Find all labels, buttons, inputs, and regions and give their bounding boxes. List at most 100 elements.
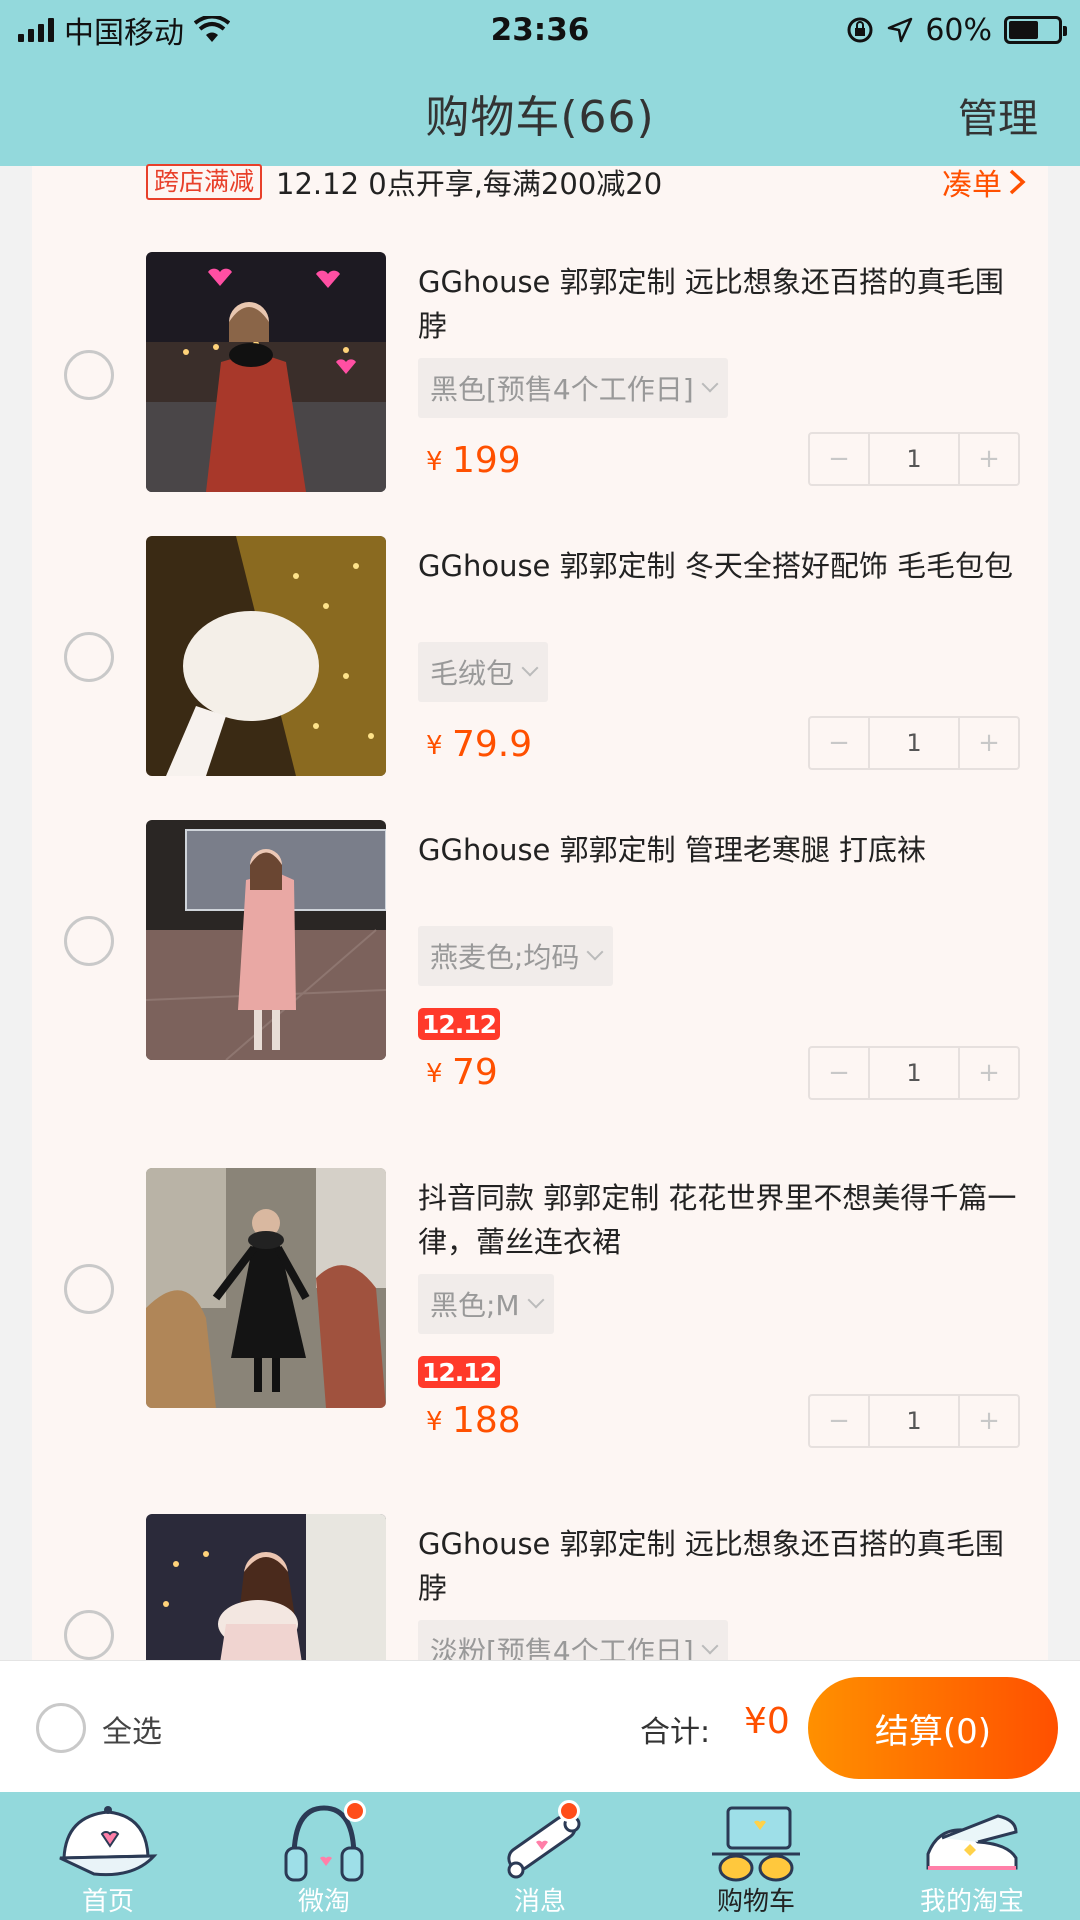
product-image[interactable] <box>146 1168 386 1408</box>
product-image[interactable] <box>146 252 386 492</box>
tab-label: 我的淘宝 <box>919 1887 1024 1917</box>
price-value: 188 <box>452 1400 521 1441</box>
chevron-down-icon <box>701 375 719 393</box>
tab-my-taobao[interactable]: 我的淘宝 <box>864 1792 1080 1920</box>
tab-weitao[interactable]: 微淘 <box>216 1792 432 1920</box>
quantity-value[interactable]: 1 <box>868 1048 960 1098</box>
product-photo-fur-bag <box>146 536 386 776</box>
sku-selector[interactable]: 淡粉[预售4个工作日] <box>418 1620 728 1660</box>
tab-home[interactable]: 首页 <box>0 1792 216 1920</box>
decrease-button[interactable]: − <box>810 1396 868 1446</box>
tab-cart[interactable]: 购物车 <box>648 1792 864 1920</box>
select-all-radio[interactable] <box>36 1703 86 1753</box>
promo-badge: 12.12 <box>418 1008 500 1040</box>
clock: 23:36 <box>490 12 590 48</box>
quantity-stepper: − 1 + <box>808 716 1020 770</box>
checkout-button[interactable]: 结算(0) <box>808 1677 1058 1779</box>
tab-label: 消息 <box>513 1887 566 1917</box>
chevron-right-icon <box>1009 169 1026 195</box>
cart-glasses-icon <box>712 1806 800 1882</box>
chevron-down-icon <box>701 1637 719 1655</box>
cart-item: GGhouse 郭郭定制 管理老寒腿 打底袜 燕麦色;均码 12.12 ¥79 … <box>32 820 1048 1140</box>
increase-button[interactable]: + <box>960 434 1018 484</box>
cart-item: GGhouse 郭郭定制 远比想象还百搭的真毛围脖 淡粉[预售4个工作日] <box>32 1514 1048 1660</box>
quantity-value[interactable]: 1 <box>868 718 960 768</box>
quantity-value[interactable]: 1 <box>868 1396 960 1446</box>
item-select-radio[interactable] <box>64 1264 114 1314</box>
quantity-stepper: − 1 + <box>808 1046 1020 1100</box>
price-value: 79.9 <box>452 724 533 765</box>
add-items-link[interactable]: 凑单 <box>942 160 1026 204</box>
decrease-button[interactable]: − <box>810 434 868 484</box>
cart-item: GGhouse 郭郭定制 远比想象还百搭的真毛围脖 黑色[预售4个工作日] ¥1… <box>32 252 1048 536</box>
manage-button[interactable]: 管理 <box>958 86 1038 144</box>
sku-selector[interactable]: 燕麦色;均码 <box>418 926 614 986</box>
product-title[interactable]: GGhouse 郭郭定制 远比想象还百搭的真毛围脖 <box>418 260 1018 348</box>
product-title[interactable]: GGhouse 郭郭定制 管理老寒腿 打底袜 <box>418 828 1018 872</box>
chevron-down-icon <box>586 943 604 961</box>
sku-selector[interactable]: 黑色[预售4个工作日] <box>418 358 728 418</box>
currency-symbol: ¥ <box>426 447 443 477</box>
product-photo-socks <box>146 820 386 1060</box>
promo-tag: 跨店满减 <box>146 164 263 200</box>
item-select-radio[interactable] <box>64 1610 114 1660</box>
quantity-stepper: − 1 + <box>808 1394 1020 1448</box>
price-value: 199 <box>452 440 521 481</box>
battery-icon <box>1004 16 1067 44</box>
product-photo-pink-scarf <box>146 1514 386 1660</box>
price: ¥188 <box>426 1400 521 1441</box>
product-photo-lace-dress <box>146 1168 386 1408</box>
add-items-label: 凑单 <box>942 168 1002 203</box>
chevron-down-icon <box>527 1291 545 1309</box>
nav-header: 购物车(66) 管理 <box>0 60 1080 166</box>
page-title: 购物车(66) <box>425 92 655 143</box>
product-title[interactable]: GGhouse 郭郭定制 远比想象还百搭的真毛围脖 <box>418 1522 1018 1610</box>
promo-badge: 12.12 <box>418 1356 500 1388</box>
currency-symbol: ¥ <box>426 1059 443 1089</box>
sku-label: 淡粉[预售4个工作日] <box>430 1635 694 1660</box>
decrease-button[interactable]: − <box>810 718 868 768</box>
sku-label: 黑色[预售4个工作日] <box>430 373 694 406</box>
status-bar: 中国移动 23:36 60% <box>0 0 1080 60</box>
product-image[interactable] <box>146 536 386 776</box>
price: ¥79.9 <box>426 724 533 765</box>
tab-messages[interactable]: 消息 <box>432 1792 648 1920</box>
tab-label: 微淘 <box>297 1887 350 1917</box>
product-photo-scarf <box>146 252 386 492</box>
rotation-lock-icon <box>847 17 873 43</box>
quantity-value[interactable]: 1 <box>868 434 960 484</box>
price: ¥199 <box>426 440 521 481</box>
chevron-down-icon <box>521 659 539 677</box>
decrease-button[interactable]: − <box>810 1048 868 1098</box>
increase-button[interactable]: + <box>960 1048 1018 1098</box>
checkout-bar: 全选 合计: ¥0 结算(0) <box>0 1660 1080 1792</box>
sku-label: 黑色;M <box>430 1289 520 1322</box>
signal-icon <box>18 18 54 42</box>
total-label: 合计: <box>640 1715 711 1750</box>
total-amount: ¥0 <box>744 1701 790 1742</box>
tab-label: 购物车 <box>716 1887 795 1917</box>
notification-dot <box>558 1800 580 1822</box>
cap-icon <box>59 1806 158 1877</box>
item-select-radio[interactable] <box>64 350 114 400</box>
product-title[interactable]: 抖音同款 郭郭定制 花花世界里不想美得千篇一律，蕾丝连衣裙 <box>418 1176 1018 1264</box>
item-select-radio[interactable] <box>64 632 114 682</box>
sku-selector[interactable]: 毛绒包 <box>418 642 549 702</box>
product-title[interactable]: GGhouse 郭郭定制 冬天全搭好配饰 毛毛包包 <box>418 544 1018 588</box>
select-all-label[interactable]: 全选 <box>102 1707 162 1751</box>
tab-bar: 首页 微淘 消息 购物车 我的淘宝 <box>0 1792 1080 1920</box>
tab-label: 首页 <box>81 1887 134 1917</box>
notification-dot <box>344 1800 366 1822</box>
product-image[interactable] <box>146 820 386 1060</box>
item-select-radio[interactable] <box>64 916 114 966</box>
sku-selector[interactable]: 黑色;M <box>418 1274 554 1334</box>
wifi-icon <box>194 16 230 42</box>
increase-button[interactable]: + <box>960 718 1018 768</box>
currency-symbol: ¥ <box>426 731 443 761</box>
increase-button[interactable]: + <box>960 1396 1018 1446</box>
price: ¥79 <box>426 1052 498 1093</box>
sku-label: 燕麦色;均码 <box>430 941 580 974</box>
promo-text: 12.12 0点开享,每满200减20 <box>276 167 663 201</box>
price-value: 79 <box>452 1052 498 1093</box>
product-image[interactable] <box>146 1514 386 1660</box>
